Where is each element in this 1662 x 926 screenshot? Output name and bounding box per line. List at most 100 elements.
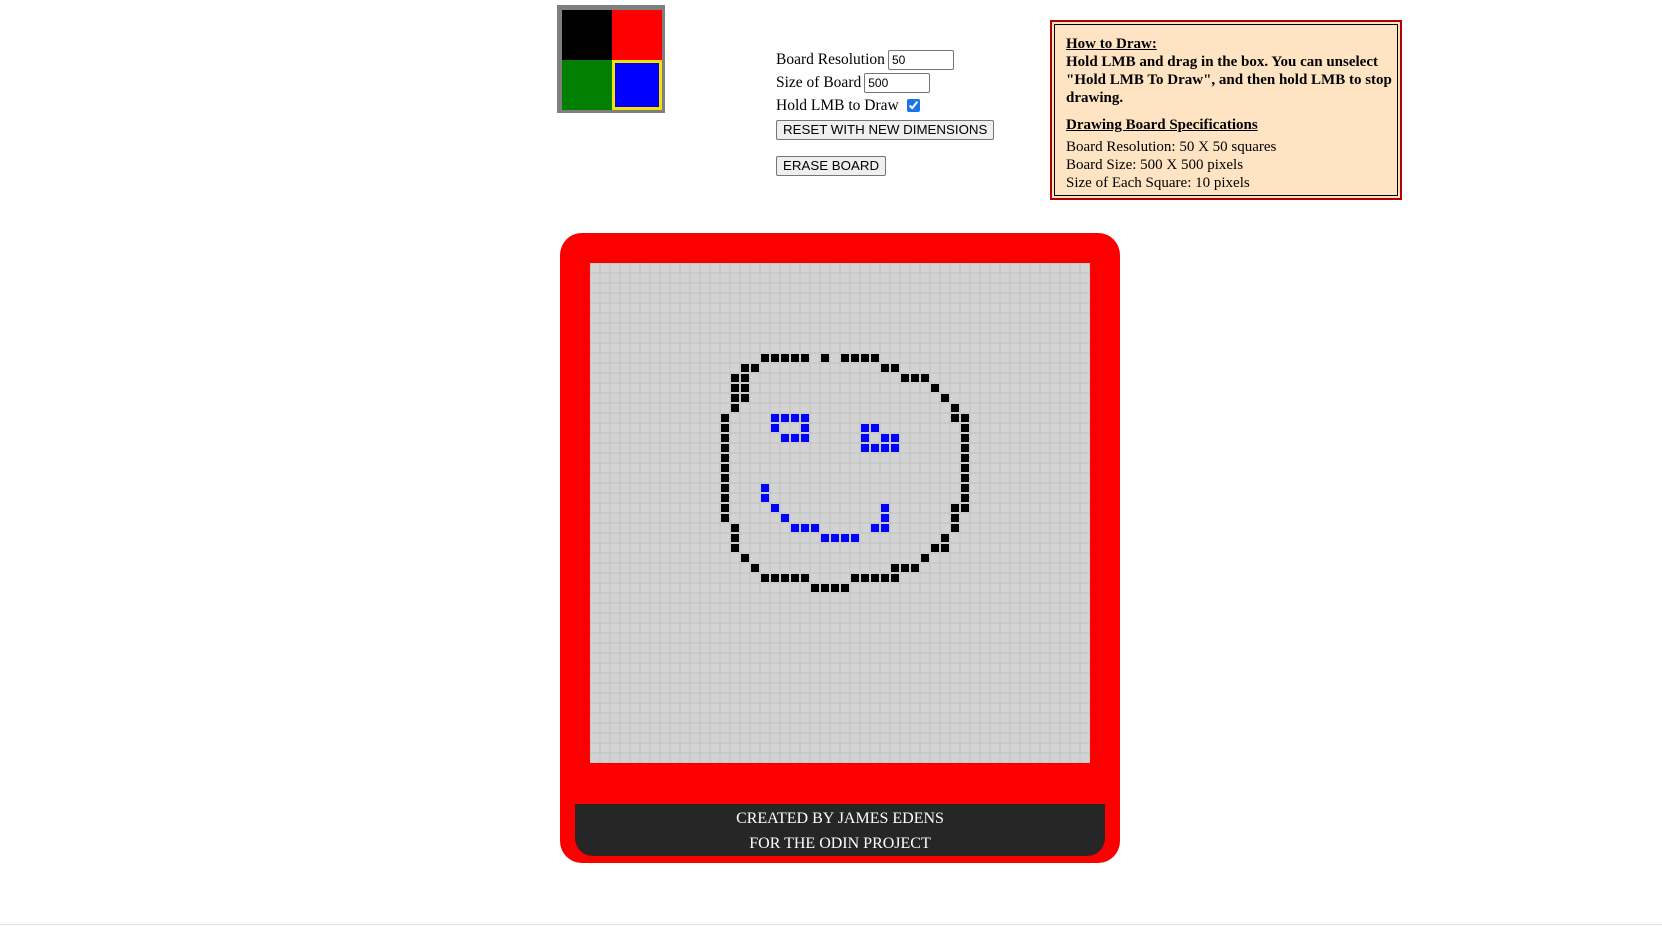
painted-cell-black[interactable] [721, 484, 729, 492]
painted-cell-black[interactable] [741, 364, 749, 372]
painted-cell-black[interactable] [861, 574, 869, 582]
painted-cell-black[interactable] [821, 584, 829, 592]
painted-cell-black[interactable] [891, 574, 899, 582]
painted-cell-black[interactable] [741, 554, 749, 562]
painted-cell-black[interactable] [911, 564, 919, 572]
painted-cell-black[interactable] [851, 574, 859, 582]
painted-cell-black[interactable] [801, 354, 809, 362]
painted-cell-black[interactable] [961, 464, 969, 472]
painted-cell-black[interactable] [871, 354, 879, 362]
painted-cell-black[interactable] [951, 504, 959, 512]
swatch-black[interactable] [562, 10, 612, 60]
painted-cell-black[interactable] [761, 354, 769, 362]
painted-cell-black[interactable] [721, 464, 729, 472]
painted-cell-black[interactable] [891, 564, 899, 572]
painted-cell-blue[interactable] [821, 534, 829, 542]
painted-cell-blue[interactable] [871, 524, 879, 532]
painted-cell-black[interactable] [811, 584, 819, 592]
painted-cell-blue[interactable] [801, 524, 809, 532]
painted-cell-blue[interactable] [791, 414, 799, 422]
painted-cell-black[interactable] [961, 434, 969, 442]
painted-cell-black[interactable] [751, 364, 759, 372]
swatch-blue[interactable] [612, 60, 662, 110]
painted-cell-black[interactable] [721, 504, 729, 512]
painted-cell-blue[interactable] [831, 534, 839, 542]
painted-cell-black[interactable] [851, 354, 859, 362]
swatch-green[interactable] [562, 60, 612, 110]
painted-cell-blue[interactable] [781, 434, 789, 442]
painted-cell-black[interactable] [931, 544, 939, 552]
painted-cell-blue[interactable] [791, 524, 799, 532]
painted-cell-black[interactable] [781, 574, 789, 582]
painted-cell-black[interactable] [781, 354, 789, 362]
painted-cell-blue[interactable] [781, 514, 789, 522]
painted-cell-black[interactable] [761, 574, 769, 582]
painted-cell-black[interactable] [951, 414, 959, 422]
painted-cell-black[interactable] [831, 584, 839, 592]
painted-cell-black[interactable] [951, 514, 959, 522]
painted-cell-black[interactable] [741, 384, 749, 392]
painted-cell-blue[interactable] [861, 424, 869, 432]
painted-cell-black[interactable] [961, 454, 969, 462]
painted-cell-blue[interactable] [861, 444, 869, 452]
painted-cell-black[interactable] [731, 404, 739, 412]
painted-cell-black[interactable] [961, 414, 969, 422]
painted-cell-black[interactable] [751, 564, 759, 572]
painted-cell-black[interactable] [731, 534, 739, 542]
painted-cell-blue[interactable] [851, 534, 859, 542]
painted-cell-blue[interactable] [881, 504, 889, 512]
painted-cell-blue[interactable] [811, 524, 819, 532]
painted-cell-black[interactable] [721, 514, 729, 522]
painted-cell-black[interactable] [961, 494, 969, 502]
painted-cell-black[interactable] [961, 504, 969, 512]
painted-cell-black[interactable] [841, 354, 849, 362]
hold-lmb-checkbox[interactable] [906, 99, 920, 112]
painted-cell-black[interactable] [721, 414, 729, 422]
painted-cell-black[interactable] [951, 404, 959, 412]
painted-cell-black[interactable] [721, 444, 729, 452]
painted-cell-black[interactable] [921, 374, 929, 382]
painted-cell-blue[interactable] [771, 504, 779, 512]
painted-cell-black[interactable] [961, 444, 969, 452]
painted-cell-blue[interactable] [801, 424, 809, 432]
painted-cell-blue[interactable] [881, 434, 889, 442]
painted-cell-blue[interactable] [761, 494, 769, 502]
painted-cell-black[interactable] [771, 354, 779, 362]
painted-cell-black[interactable] [961, 484, 969, 492]
painted-cell-blue[interactable] [771, 424, 779, 432]
painted-cell-black[interactable] [731, 384, 739, 392]
painted-cell-black[interactable] [731, 374, 739, 382]
painted-cell-black[interactable] [961, 474, 969, 482]
painted-cell-black[interactable] [821, 354, 829, 362]
painted-cell-black[interactable] [941, 534, 949, 542]
erase-button[interactable]: ERASE BOARD [776, 155, 887, 176]
painted-cell-black[interactable] [841, 584, 849, 592]
swatch-red[interactable] [612, 10, 662, 60]
painted-cell-blue[interactable] [881, 514, 889, 522]
painted-cell-blue[interactable] [891, 434, 899, 442]
painted-cell-black[interactable] [951, 524, 959, 532]
painted-cell-black[interactable] [931, 384, 939, 392]
painted-cell-black[interactable] [961, 424, 969, 432]
painted-cell-black[interactable] [871, 574, 879, 582]
painted-cell-blue[interactable] [881, 524, 889, 532]
painted-cell-black[interactable] [731, 524, 739, 532]
resolution-input[interactable] [887, 49, 954, 70]
painted-cell-blue[interactable] [781, 414, 789, 422]
painted-cell-black[interactable] [721, 424, 729, 432]
painted-cell-black[interactable] [941, 544, 949, 552]
painted-cell-blue[interactable] [871, 424, 879, 432]
painted-cell-black[interactable] [731, 394, 739, 402]
painted-cell-black[interactable] [891, 364, 899, 372]
size-input[interactable] [864, 72, 931, 93]
painted-cell-blue[interactable] [871, 444, 879, 452]
painted-cell-black[interactable] [731, 544, 739, 552]
painted-cell-black[interactable] [721, 454, 729, 462]
painted-cell-blue[interactable] [791, 434, 799, 442]
painted-cell-blue[interactable] [861, 434, 869, 442]
painted-cell-blue[interactable] [771, 414, 779, 422]
painted-cell-black[interactable] [721, 494, 729, 502]
painted-cell-black[interactable] [721, 434, 729, 442]
painted-cell-black[interactable] [801, 574, 809, 582]
painted-cell-black[interactable] [791, 354, 799, 362]
